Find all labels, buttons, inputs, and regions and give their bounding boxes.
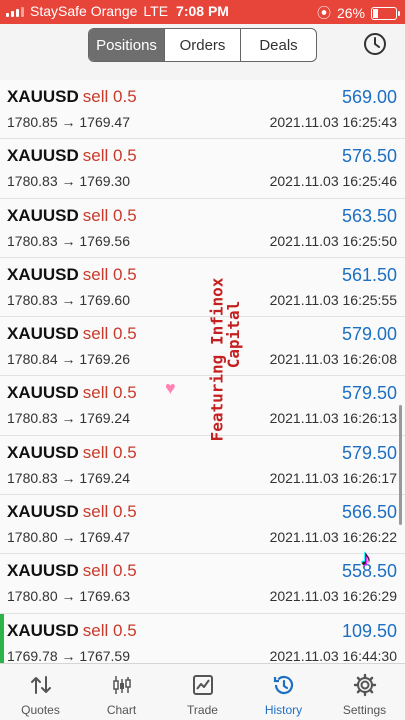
trade-side: sell 0.5: [82, 383, 137, 403]
trade-symbol: XAUUSD sell 0.5: [7, 443, 137, 463]
symbol-text: XAUUSD: [7, 146, 79, 166]
trade-side: sell 0.5: [82, 561, 137, 581]
trade-time: 2021.11.03 16:25:55: [269, 291, 397, 308]
tab-label: Chart: [106, 703, 137, 717]
battery-percent: 26%: [336, 5, 365, 21]
trade-prices: 1780.83 → 1769.60: [7, 291, 130, 308]
clock-icon[interactable]: [363, 32, 387, 56]
tab-deals[interactable]: Deals: [241, 29, 316, 61]
symbol-text: XAUUSD: [7, 442, 79, 462]
trade-time: 2021.11.03 16:25:46: [269, 173, 397, 190]
trade-prices: 1769.78 → 1767.59: [7, 647, 130, 664]
trade-side: sell 0.5: [82, 620, 137, 640]
battery-icon: [371, 6, 400, 20]
trade-time: 2021.11.03 16:26:17: [269, 469, 397, 486]
trade-icon: [192, 675, 213, 695]
trade-row[interactable]: XAUUSD sell 0.5 1780.85 → 1769.47 569.00 202…: [0, 80, 405, 140]
trade-prices: 1780.85 → 1769.47: [7, 114, 130, 130]
tab-history[interactable]: History: [243, 664, 324, 720]
history-icon: [273, 675, 293, 695]
tab-orders[interactable]: Orders: [165, 29, 241, 61]
trade-history-list: XAUUSD sell 0.5 1780.85 → 1769.47 569.00 202…: [0, 80, 405, 664]
tab-label: History: [264, 703, 303, 717]
trade-row[interactable]: XAUUSD sell 0.5 1780.80 → 1769.47 566.50 202…: [0, 495, 405, 555]
trade-profit: 561.50: [341, 264, 397, 285]
rotation-lock-icon: ⦿: [316, 5, 331, 21]
symbol-text: XAUUSD: [7, 324, 79, 344]
trade-profit: 569.00: [341, 87, 397, 107]
trade-profit: 109.50: [341, 620, 397, 641]
trade-side: sell 0.5: [82, 205, 137, 225]
symbol-text: XAUUSD: [7, 620, 79, 640]
status-bar: StaySafe Orange LTE 7:08 PM ⦿ 26%: [0, 0, 405, 24]
trade-side: sell 0.5: [82, 442, 137, 462]
symbol-text: XAUUSD: [7, 205, 79, 225]
trade-profit: 576.50: [341, 146, 397, 167]
trade-profit: 579.00: [341, 324, 397, 345]
trade-prices: 1780.83 → 1769.30: [7, 173, 130, 190]
tab-settings[interactable]: Settings: [324, 664, 405, 720]
tab-positions[interactable]: Positions: [89, 29, 165, 61]
tab-label: Quotes: [21, 703, 60, 717]
trade-row[interactable]: XAUUSD sell 0.5 1780.83 → 1769.30 576.50 202…: [0, 139, 405, 199]
trade-prices: 1780.80 → 1769.63: [7, 588, 130, 605]
trade-profit: 566.50: [341, 502, 397, 523]
bottom-tab-bar: Quotes Chart Trade History Settings: [0, 663, 405, 720]
trade-symbol: XAUUSD sell 0.5: [7, 383, 137, 403]
tab-label: Settings: [342, 703, 387, 717]
trade-time: 2021.11.03 16:26:29: [269, 588, 397, 605]
trade-row[interactable]: XAUUSD sell 0.5 1780.83 → 1769.60 561.50 202…: [0, 257, 405, 318]
trade-symbol: XAUUSD sell 0.5: [7, 146, 137, 166]
trade-prices: 1780.83 → 1769.24: [7, 469, 130, 486]
trade-row[interactable]: XAUUSD sell 0.5 1769.78 → 1767.59 109.50 202…: [0, 613, 405, 664]
trade-symbol: XAUUSD sell 0.5: [7, 206, 137, 226]
symbol-text: XAUUSD: [7, 561, 79, 581]
trade-side: sell 0.5: [82, 264, 137, 284]
trade-symbol: XAUUSD sell 0.5: [7, 265, 137, 285]
trade-profit: 579.50: [341, 383, 397, 404]
trade-side: sell 0.5: [82, 146, 137, 166]
trade-prices: 1780.80 → 1769.47: [7, 529, 130, 546]
chart-icon: [112, 676, 131, 694]
trade-side: sell 0.5: [82, 324, 137, 344]
trade-time: 2021.11.03 16:26:08: [269, 351, 397, 368]
symbol-text: XAUUSD: [7, 502, 79, 522]
tab-quotes[interactable]: Quotes: [0, 664, 81, 720]
tab-label: Trade: [187, 703, 218, 717]
trade-time: 2021.11.03 16:44:30: [269, 647, 397, 664]
trade-symbol: XAUUSD sell 0.5: [7, 87, 137, 107]
trade-side: sell 0.5: [82, 502, 137, 522]
trade-profit: 579.50: [341, 442, 397, 463]
symbol-text: XAUUSD: [7, 383, 79, 403]
heart-sticker-icon: ♥: [165, 378, 176, 398]
trade-row[interactable]: XAUUSD sell 0.5 1780.83 → 1769.24 579.50 202…: [0, 376, 405, 436]
trade-time: 2021.11.03 16:25:43: [269, 114, 397, 130]
trade-prices: 1780.83 → 1769.24: [7, 410, 130, 427]
tab-trade[interactable]: Trade: [162, 664, 243, 720]
symbol-text: XAUUSD: [7, 264, 79, 284]
settings-icon: [353, 673, 376, 697]
tab-chart[interactable]: Chart: [81, 664, 162, 720]
trade-row[interactable]: XAUUSD sell 0.5 1780.80 → 1769.63 558.50 202…: [0, 554, 405, 614]
trade-prices: 1780.83 → 1769.56: [7, 232, 130, 249]
trade-symbol: XAUUSD sell 0.5: [7, 502, 137, 522]
trade-profit: 563.50: [341, 205, 397, 226]
scrollbar[interactable]: [399, 405, 402, 525]
trade-symbol: XAUUSD sell 0.5: [7, 561, 137, 581]
symbol-text: XAUUSD: [7, 87, 79, 106]
quotes-icon: [30, 676, 51, 694]
trade-row[interactable]: XAUUSD sell 0.5 1780.84 → 1769.26 579.00 202…: [0, 317, 405, 377]
tiktok-logo-icon: ♪: [360, 545, 371, 570]
trade-time: 2021.11.03 16:25:50: [269, 232, 397, 249]
trade-prices: 1780.84 → 1769.26: [7, 351, 130, 368]
trade-symbol: XAUUSD sell 0.5: [7, 324, 137, 344]
history-header: Positions Orders Deals: [0, 24, 405, 70]
trade-symbol: XAUUSD sell 0.5: [7, 621, 137, 641]
trade-row[interactable]: XAUUSD sell 0.5 1780.83 → 1769.56 563.50 202…: [0, 198, 405, 258]
trade-row[interactable]: XAUUSD sell 0.5 1780.83 → 1769.24 579.50 202…: [0, 435, 405, 496]
history-segmented-control: Positions Orders Deals: [88, 28, 317, 62]
trade-time: 2021.11.03 16:26:13: [269, 410, 397, 427]
trade-time: 2021.11.03 16:26:22: [269, 529, 397, 546]
trade-side: sell 0.5: [82, 87, 137, 106]
